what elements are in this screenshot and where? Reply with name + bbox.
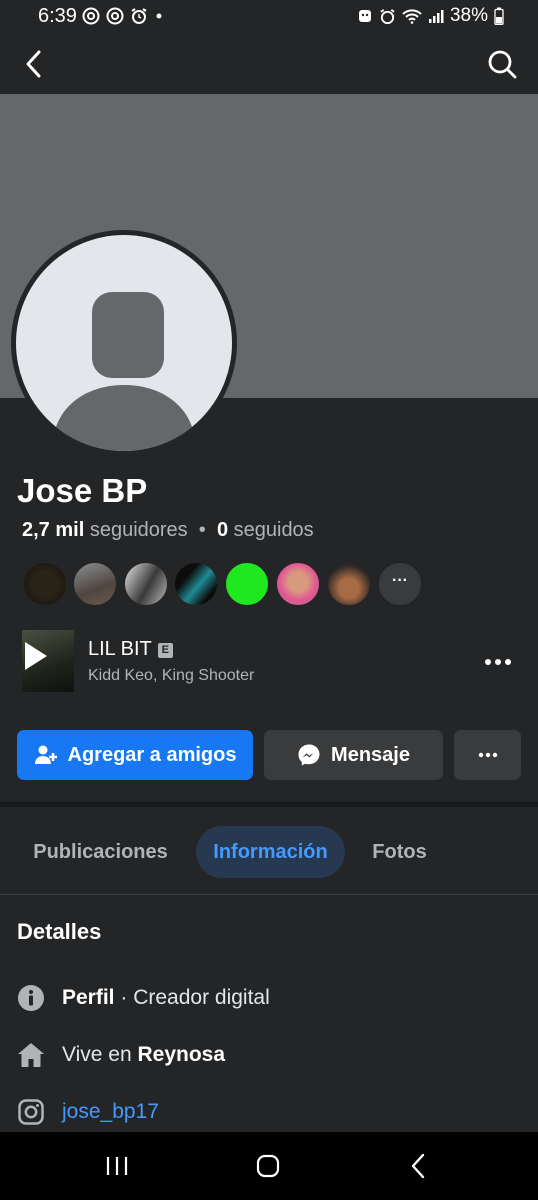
default-avatar <box>16 235 232 451</box>
follower-avatar[interactable] <box>72 561 118 607</box>
info-icon <box>18 985 44 1011</box>
system-navigation-bar <box>0 1132 538 1200</box>
message-label: Mensaje <box>331 743 410 766</box>
detail-profile-type: Perfil · Creador digital <box>17 983 270 1013</box>
city-link[interactable]: Reynosa <box>138 1043 226 1067</box>
status-notification-icons <box>82 7 164 25</box>
person-silhouette-icon <box>52 292 196 451</box>
message-button[interactable]: Mensaje <box>264 730 443 780</box>
follow-stats[interactable]: 2,7 mil seguidores • 0 seguidos <box>22 519 314 542</box>
add-friend-button[interactable]: Agregar a amigos <box>17 730 253 780</box>
dot-icon <box>156 13 162 19</box>
status-system-icons: 38% <box>357 5 504 27</box>
album-cover[interactable] <box>22 630 74 692</box>
song-artists: Kidd Keo, King Shooter <box>88 667 255 684</box>
followers-count: 2,7 mil <box>22 519 85 541</box>
tab-publicaciones[interactable]: Publicaciones <box>17 826 184 878</box>
more-followers-button[interactable]: ··· <box>377 561 423 607</box>
detail-instagram: jose_bp17 <box>17 1097 159 1127</box>
follower-avatar[interactable] <box>22 561 68 607</box>
explicit-badge: E <box>157 643 173 658</box>
tabs-divider <box>0 894 538 895</box>
battery-percent: 38% <box>449 5 488 26</box>
instagram-link[interactable]: jose_bp17 <box>62 1100 159 1124</box>
alarm-status-icon <box>380 8 395 24</box>
threads-icon-2 <box>106 7 124 25</box>
profile-name: Jose BP <box>17 472 148 509</box>
detail-lives-in: Vive en Reynosa <box>17 1040 225 1070</box>
status-bar: 6:39 38% <box>0 0 538 34</box>
profile-label: Perfil <box>62 986 115 1009</box>
lives-in-prefix: Vive en <box>62 1043 138 1066</box>
top-bar <box>0 34 538 94</box>
section-divider <box>0 802 538 807</box>
instagram-icon <box>18 1099 44 1125</box>
song-title-row: LIL BIT E <box>88 638 173 661</box>
battery-icon <box>494 7 504 25</box>
back-button-icon[interactable] <box>408 1153 430 1179</box>
status-time: 6:39 <box>38 5 77 27</box>
profile-tabs: Publicaciones Información Fotos <box>0 826 538 878</box>
profile-avatar[interactable] <box>11 230 237 456</box>
android-icon <box>358 10 371 22</box>
add-friend-label: Agregar a amigos <box>67 743 237 766</box>
recent-apps-icon[interactable] <box>105 1154 129 1178</box>
tab-informacion[interactable]: Información <box>196 826 345 878</box>
featured-song[interactable]: LIL BIT E Kidd Keo, King Shooter <box>22 630 518 694</box>
followers-label: seguidores <box>89 519 188 541</box>
follower-avatar[interactable] <box>173 561 219 607</box>
following-count: 0 <box>216 519 229 541</box>
song-title: LIL BIT <box>88 638 152 660</box>
back-arrow-icon[interactable] <box>20 48 50 80</box>
messenger-icon <box>298 744 320 766</box>
home-icon <box>18 1043 44 1067</box>
profile-category: · Creador digital <box>114 986 270 1009</box>
search-icon[interactable] <box>486 48 518 80</box>
threads-icon <box>82 7 100 25</box>
wifi-icon <box>402 9 422 24</box>
follower-avatar[interactable] <box>123 561 169 607</box>
more-actions-button[interactable] <box>454 730 521 780</box>
follower-avatar[interactable] <box>224 561 270 607</box>
tab-fotos[interactable]: Fotos <box>357 826 442 878</box>
home-button-icon[interactable] <box>256 1154 280 1178</box>
play-icon[interactable] <box>22 630 74 692</box>
stats-separator: • <box>198 519 206 541</box>
song-options-icon[interactable] <box>484 650 512 674</box>
follower-avatar[interactable] <box>275 561 321 607</box>
add-friend-icon <box>34 745 57 764</box>
alarm-icon <box>131 8 147 24</box>
more-icon <box>478 752 497 758</box>
details-title: Detalles <box>17 919 102 944</box>
following-label: seguidos <box>233 519 314 541</box>
follower-avatar[interactable] <box>326 561 372 607</box>
signal-icon <box>428 10 444 23</box>
